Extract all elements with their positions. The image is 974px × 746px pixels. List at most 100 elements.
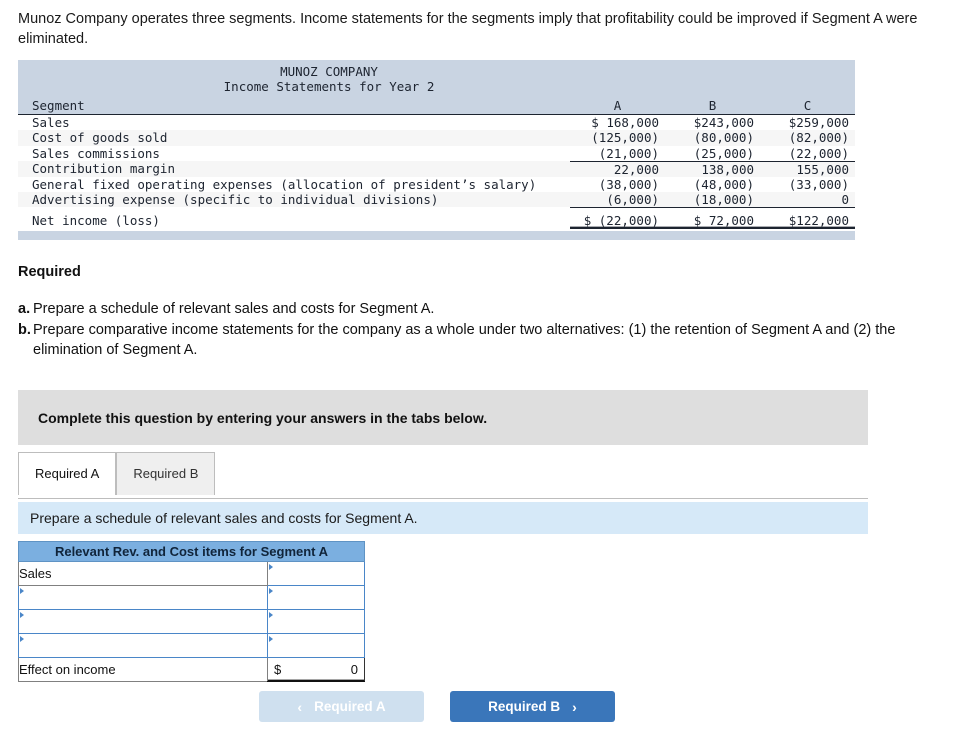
dropdown-triangle-icon [269, 636, 273, 642]
answer-table-row [18, 609, 365, 634]
answer-table-body: Sales Effect on income $0 [18, 561, 365, 682]
statement-value-c: 155,000 [796, 161, 849, 177]
problem-intro-text: Munoz Company operates three segments. I… [18, 11, 918, 47]
statement-value-a: $ 168,000 [591, 115, 659, 131]
statement-value-b: $243,000 [693, 115, 754, 131]
statement-row: Sales $ 168,000 $243,000 $259,000 [18, 114, 855, 131]
effect-on-income-value-cell: $0 [267, 657, 365, 682]
amount-input-cell[interactable] [267, 609, 365, 634]
statement-row: Contribution margin 22,000 138,000 155,000 [18, 161, 855, 177]
amount-input-cell[interactable] [267, 585, 365, 610]
statement-value-a: 22,000 [613, 161, 659, 177]
income-statement-panel: MUNOZ COMPANY Income Statements for Year… [18, 60, 855, 240]
currency-symbol: $ [274, 662, 282, 677]
required-b-next-label: Required B [488, 699, 561, 714]
statement-row-label: Net income (loss) [32, 213, 160, 229]
statement-value-c: $259,000 [788, 115, 849, 131]
statement-row: General fixed operating expenses (alloca… [18, 176, 855, 192]
statement-row: Sales commissions (21,000) (25,000) (22,000… [18, 145, 855, 162]
statement-label-header: Segment [18, 96, 570, 115]
complete-question-text: Complete this question by entering your … [38, 409, 488, 426]
income-statement-table: Segment A B C Sales $ 168,000 $243,000 $259… [18, 96, 855, 229]
statement-row: Cost of goods sold (125,000) (80,000) (82,0… [18, 130, 855, 146]
account-label-cell: Sales [18, 561, 268, 586]
statement-row-label: Advertising expense (specific to individ… [32, 192, 439, 208]
required-heading: Required [18, 264, 81, 280]
complete-question-banner: Complete this question by entering your … [18, 390, 868, 445]
statement-title-band: MUNOZ COMPANY Income Statements for Year… [18, 60, 855, 96]
required-item: a. Prepare a schedule of relevant sales a… [18, 299, 948, 319]
statement-value-a: $ (22,000) [570, 212, 665, 229]
answer-entry-panel: Relevant Rev. and Cost items for Segment… [18, 541, 365, 682]
dropdown-triangle-icon [20, 636, 24, 642]
statement-value-b: 138,000 [701, 161, 754, 177]
account-select-cell[interactable] [18, 633, 268, 658]
statement-row-label: Cost of goods sold [32, 130, 168, 146]
statement-value-a: (21,000) [570, 145, 665, 162]
statement-column-c: C [760, 96, 855, 115]
statement-value-c: (33,000) [788, 176, 849, 192]
statement-value-b: $ 72,000 [665, 212, 760, 229]
statement-row: Advertising expense (specific to individ… [18, 191, 855, 208]
account-label-cell: Effect on income [18, 657, 268, 682]
required-item-marker: b. [18, 322, 31, 338]
statement-row-label: Sales [32, 115, 70, 131]
statement-value-a: (6,000) [570, 191, 665, 208]
statement-value-c: (82,000) [788, 130, 849, 146]
account-label-text: Effect on income [19, 662, 116, 677]
statement-row-label: Contribution margin [32, 161, 175, 177]
dropdown-triangle-icon [269, 612, 273, 618]
statement-value-b: (80,000) [693, 130, 754, 146]
statement-value-a: (38,000) [598, 176, 659, 192]
statement-body: Sales $ 168,000 $243,000 $259,000 Cost of go… [18, 114, 855, 229]
relevant-items-table: Relevant Rev. and Cost items for Segment… [18, 541, 365, 682]
statement-company-name: MUNOZ COMPANY [280, 64, 378, 79]
required-item-text: Prepare a schedule of relevant sales and… [33, 301, 435, 317]
statement-column-b: B [665, 96, 760, 115]
account-select-cell[interactable] [18, 609, 268, 634]
required-item: b. Prepare comparative income statements … [18, 320, 948, 360]
statement-row-label: Sales commissions [32, 145, 160, 161]
answer-table-row [18, 633, 365, 658]
tab-navigation: ‹ Required A Required B › [259, 691, 615, 722]
required-a-prev-button[interactable]: ‹ Required A [259, 691, 424, 722]
chevron-right-icon: › [572, 698, 577, 715]
required-b-next-button[interactable]: Required B › [450, 691, 615, 722]
tab-required-b[interactable]: Required B [116, 452, 216, 495]
required-items-list: a. Prepare a schedule of relevant sales a… [18, 299, 948, 361]
amount-input-cell[interactable] [267, 561, 365, 586]
statement-row: Net income (loss) $ (22,000) $ 72,000 $122,… [18, 212, 855, 229]
chevron-left-icon: ‹ [297, 698, 303, 715]
amount-input-cell[interactable] [267, 633, 365, 658]
statement-value-a: (125,000) [591, 130, 659, 146]
statement-subtitle: Income Statements for Year 2 [223, 79, 435, 94]
statement-value-b: (18,000) [665, 191, 760, 208]
statement-value-c: (22,000) [760, 145, 855, 162]
dropdown-triangle-icon [20, 588, 24, 594]
answer-tabs: Required A Required B [18, 452, 216, 495]
dropdown-triangle-icon [20, 612, 24, 618]
answer-table-row: Sales [18, 561, 365, 586]
dropdown-triangle-icon [269, 564, 273, 570]
tab-required-a[interactable]: Required A [18, 452, 117, 495]
statement-value-b: (25,000) [665, 145, 760, 162]
statement-value-b: (48,000) [693, 176, 754, 192]
answer-table-header: Relevant Rev. and Cost items for Segment… [18, 541, 365, 562]
statement-value-c: $122,000 [760, 212, 855, 229]
answer-table-row: Effect on income $0 [18, 657, 365, 682]
statement-value-c: 0 [760, 191, 855, 208]
tab-instruction-text: Prepare a schedule of relevant sales and… [30, 510, 418, 526]
required-item-text: Prepare comparative income statements fo… [33, 322, 896, 358]
dropdown-triangle-icon [269, 588, 273, 594]
amount-text: 0 [350, 662, 358, 677]
answer-table-header-row: Relevant Rev. and Cost items for Segment… [18, 541, 365, 562]
answer-table-row [18, 585, 365, 610]
required-a-prev-label: Required A [314, 699, 386, 714]
statement-header-row: Segment A B C [18, 96, 855, 115]
statement-column-a: A [570, 96, 665, 115]
account-select-cell[interactable] [18, 585, 268, 610]
statement-footer-band [18, 230, 855, 240]
tab-instruction-banner: Prepare a schedule of relevant sales and… [18, 502, 868, 534]
required-item-marker: a. [18, 301, 31, 317]
tabs-underline [18, 498, 868, 499]
